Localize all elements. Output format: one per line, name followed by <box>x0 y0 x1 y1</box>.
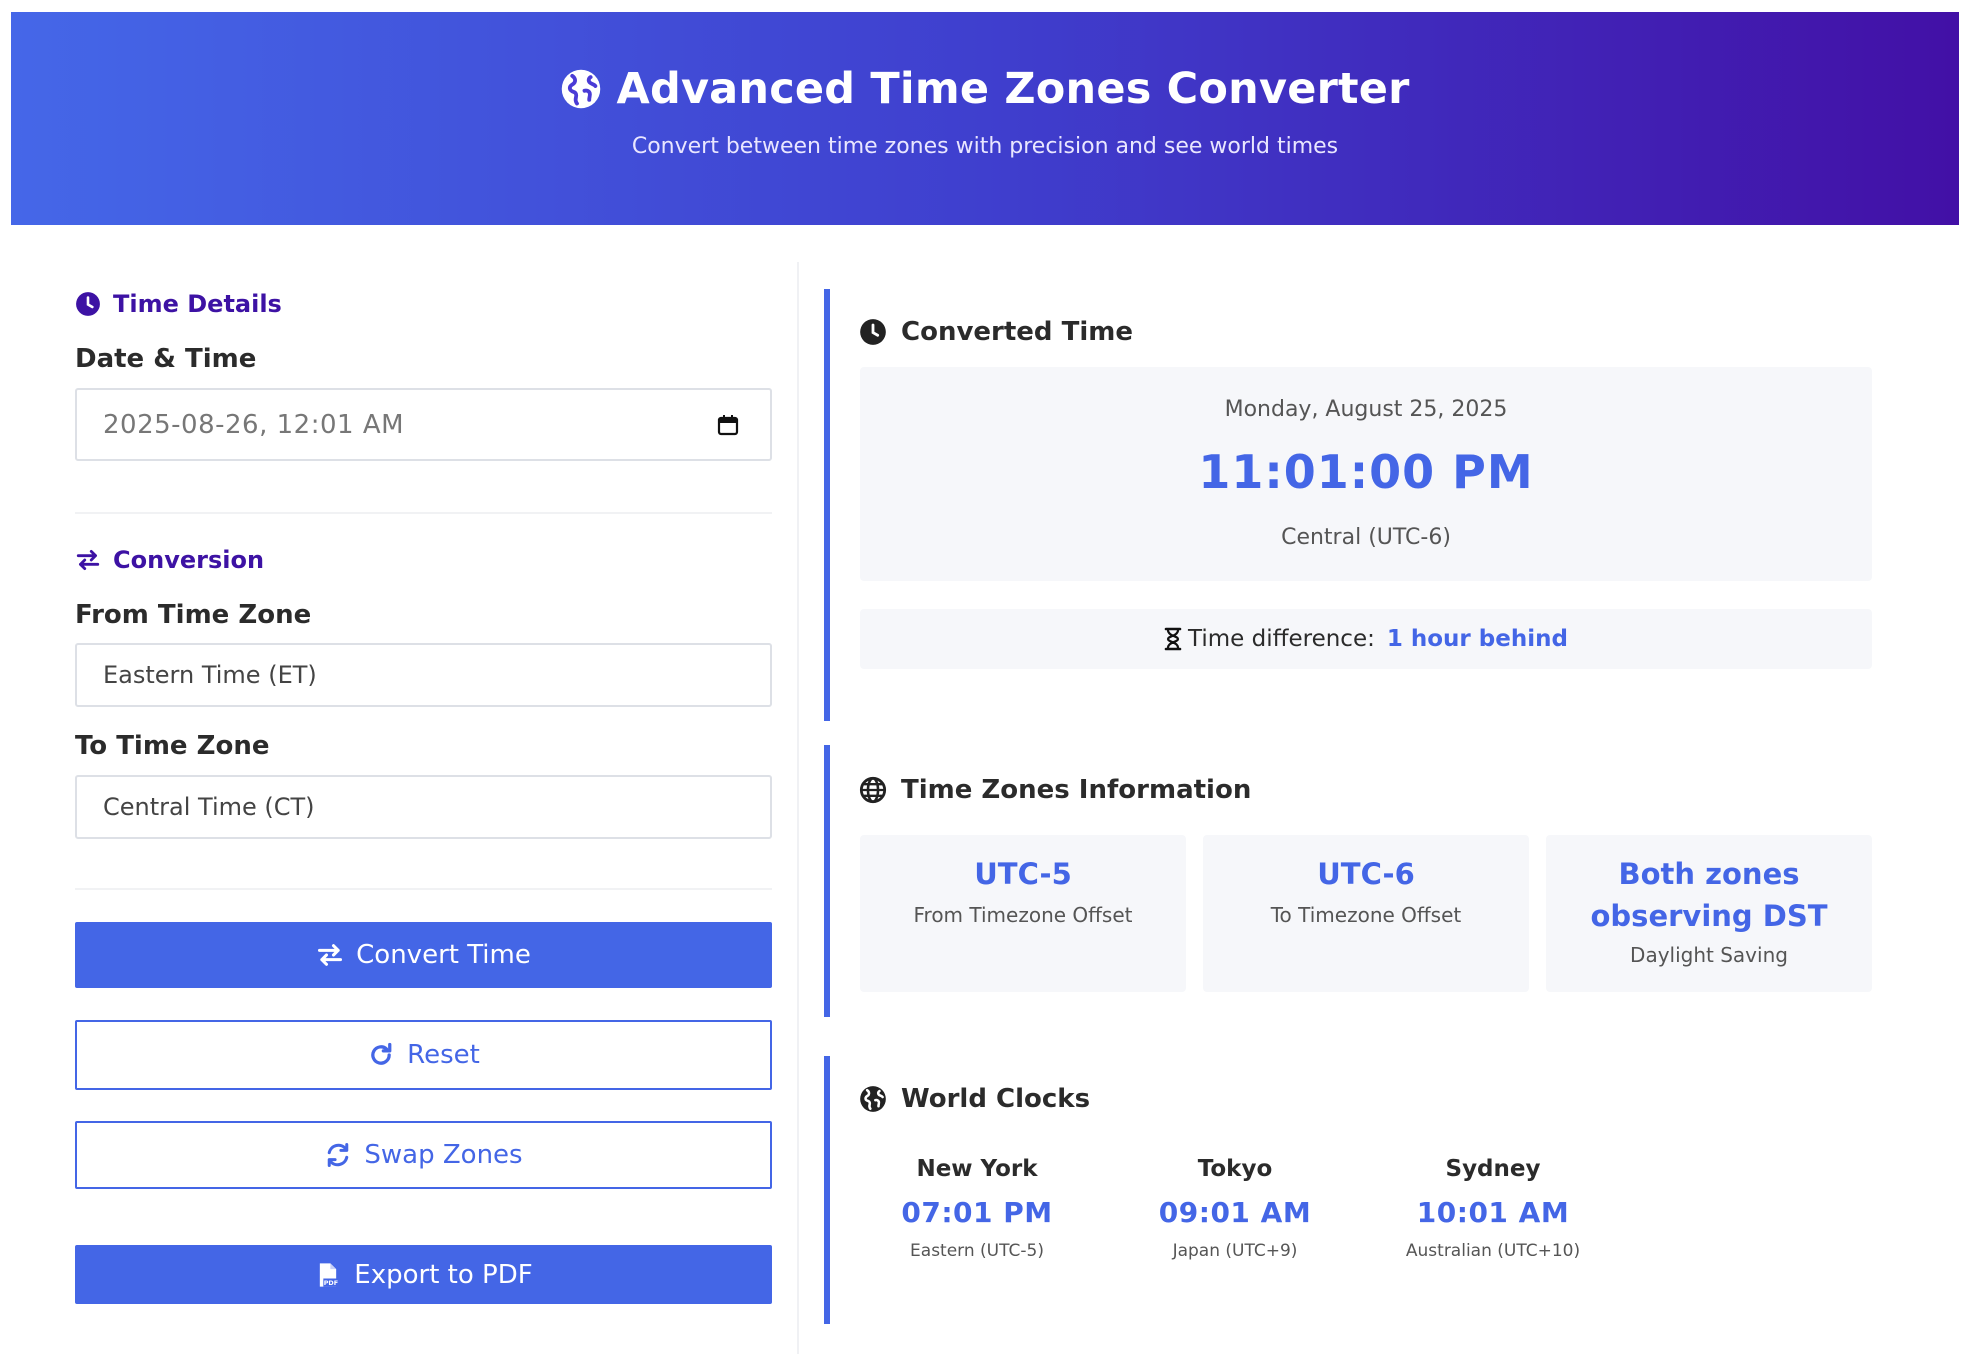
page-title-text: Advanced Time Zones Converter <box>616 64 1410 114</box>
section-divider <box>75 888 772 890</box>
to-offset-value: UTC-6 <box>1317 857 1415 891</box>
world-clock-item: Sydney 10:01 AM Australian (UTC+10) <box>1393 1156 1593 1261</box>
export-pdf-button[interactable]: PDF Export to PDF <box>75 1245 772 1304</box>
dst-box: Both zones observing DST Daylight Saving <box>1546 835 1872 992</box>
to-offset-box: UTC-6 To Timezone Offset <box>1203 835 1529 992</box>
dst-value-line-2: observing DST <box>1590 899 1828 933</box>
time-zones-info-title: Time Zones Information <box>901 775 1252 805</box>
time-difference-label: Time difference: <box>1188 626 1375 652</box>
date-time-value: 2025-08-26, 12:01 AM <box>103 409 405 440</box>
clock-time: 07:01 PM <box>901 1196 1053 1229</box>
clock-time: 10:01 AM <box>1416 1196 1570 1229</box>
converted-date: Monday, August 25, 2025 <box>1224 397 1508 422</box>
conversion-title: Conversion <box>113 546 265 574</box>
globe-icon <box>860 1086 886 1112</box>
calendar-icon[interactable] <box>716 413 740 437</box>
from-zone-label: From Time Zone <box>75 600 312 630</box>
panel-divider <box>797 262 799 1354</box>
time-zones-info-heading: Time Zones Information <box>859 775 1251 805</box>
from-offset-label: From Timezone Offset <box>913 903 1133 927</box>
conversion-heading: Conversion <box>75 546 264 574</box>
from-zone-value: Eastern Time (ET) <box>103 661 317 689</box>
converted-time-card: Converted Time Monday, August 25, 2025 1… <box>824 289 1874 721</box>
clock-zone: Australian (UTC+10) <box>1405 1241 1581 1261</box>
clock-city: Tokyo <box>1197 1156 1273 1182</box>
time-difference-value: 1 hour behind <box>1386 626 1568 652</box>
dst-label: Daylight Saving <box>1630 943 1788 967</box>
section-divider <box>75 512 772 514</box>
redo-icon <box>371 1042 392 1065</box>
converted-time-value: 11:01:00 PM <box>1198 445 1534 499</box>
to-zone-select[interactable]: Central Time (CT) <box>75 775 772 839</box>
hourglass-icon <box>1164 627 1182 651</box>
clock-icon <box>76 292 100 316</box>
clock-city: New York <box>916 1156 1038 1182</box>
globe-icon <box>859 776 887 804</box>
clock-zone: Eastern (UTC-5) <box>910 1241 1044 1261</box>
time-details-heading: Time Details <box>75 290 282 318</box>
to-offset-label: To Timezone Offset <box>1270 903 1462 927</box>
sync-icon <box>328 1142 349 1168</box>
pdf-file-icon: PDF <box>320 1262 339 1287</box>
clock-icon <box>860 319 886 345</box>
reset-button[interactable]: Reset <box>75 1020 772 1090</box>
swap-zones-label: Swap Zones <box>364 1140 523 1170</box>
export-pdf-label: Export to PDF <box>354 1259 533 1290</box>
svg-text:PDF: PDF <box>324 1279 338 1287</box>
world-clock-item: New York 07:01 PM Eastern (UTC-5) <box>877 1156 1077 1261</box>
date-time-label: Date & Time <box>75 344 257 374</box>
page-subtitle: Convert between time zones with precisio… <box>631 134 1339 159</box>
world-clock-item: Tokyo 09:01 AM Japan (UTC+9) <box>1135 1156 1335 1261</box>
page-header: Advanced Time Zones Converter Convert be… <box>11 12 1959 225</box>
swap-arrows-icon <box>76 549 100 571</box>
to-zone-value: Central Time (CT) <box>103 793 315 821</box>
globe-icon <box>562 69 601 109</box>
world-clocks-heading: World Clocks <box>859 1084 1090 1114</box>
clock-time: 09:01 AM <box>1158 1196 1312 1229</box>
time-details-title: Time Details <box>113 290 282 318</box>
time-difference-box: Time difference: 1 hour behind <box>860 609 1872 669</box>
converted-zone: Central (UTC-6) <box>1281 525 1451 550</box>
converted-time-heading: Converted Time <box>859 317 1133 347</box>
converted-time-display: Monday, August 25, 2025 11:01:00 PM Cent… <box>860 367 1872 581</box>
dst-value: Both zones observing DST <box>1546 853 1872 937</box>
clock-city: Sydney <box>1445 1156 1541 1182</box>
date-time-input[interactable]: 2025-08-26, 12:01 AM <box>75 388 772 461</box>
clock-zone: Japan (UTC+9) <box>1172 1241 1298 1261</box>
world-clocks-title: World Clocks <box>901 1084 1091 1114</box>
converted-time-title: Converted Time <box>901 317 1133 347</box>
from-offset-box: UTC-5 From Timezone Offset <box>860 835 1186 992</box>
convert-time-label: Convert Time <box>356 940 531 970</box>
from-offset-value: UTC-5 <box>974 857 1072 891</box>
swap-arrows-icon <box>318 944 343 966</box>
world-clocks-card: World Clocks New York 07:01 PM Eastern (… <box>824 1056 1874 1324</box>
dst-value-line-1: Both zones <box>1618 857 1800 891</box>
time-zones-info-card: Time Zones Information UTC-5 From Timezo… <box>824 745 1874 1017</box>
from-zone-select[interactable]: Eastern Time (ET) <box>75 643 772 707</box>
page-title: Advanced Time Zones Converter <box>11 64 1959 114</box>
convert-time-button[interactable]: Convert Time <box>75 922 772 988</box>
reset-label: Reset <box>407 1040 480 1070</box>
to-zone-label: To Time Zone <box>75 731 270 761</box>
swap-zones-button[interactable]: Swap Zones <box>75 1121 772 1189</box>
